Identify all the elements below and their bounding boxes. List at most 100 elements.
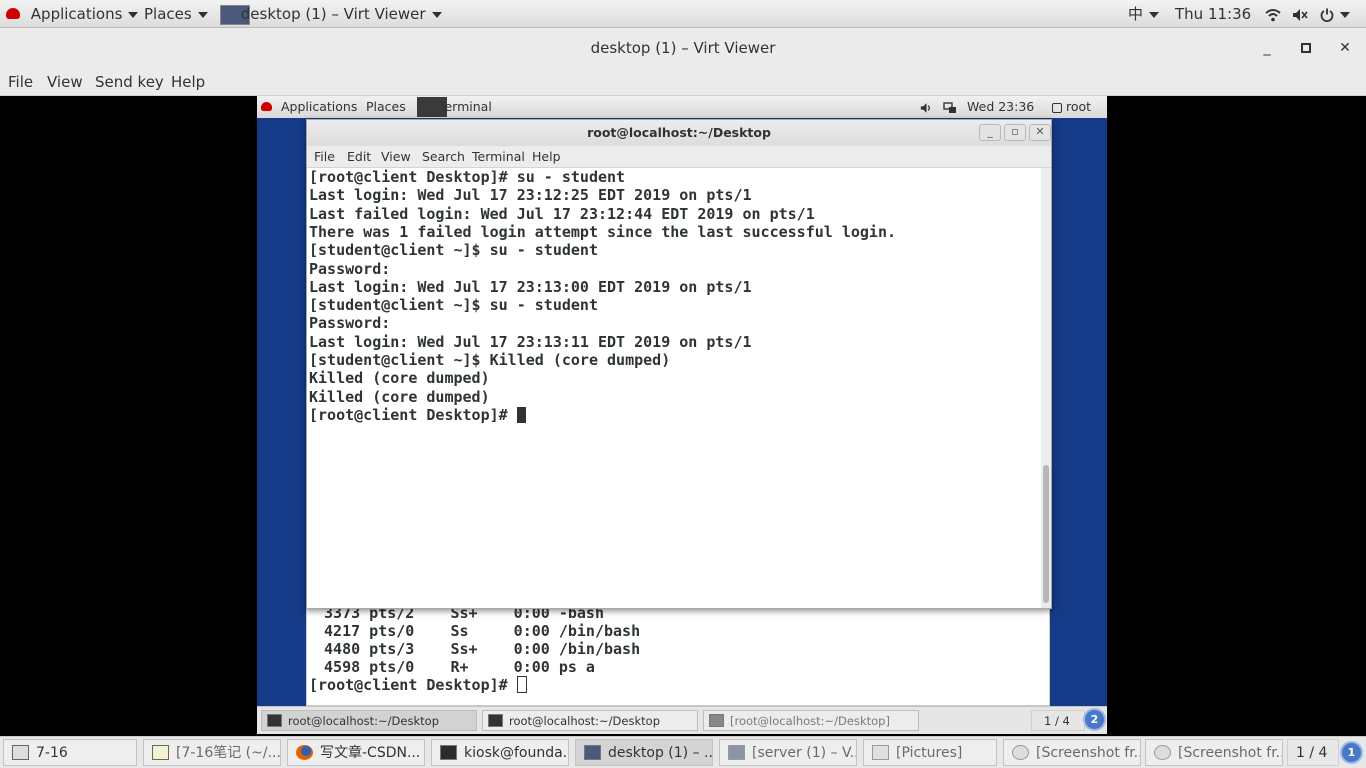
host-task-label: [server (1) – V... xyxy=(752,745,857,761)
host-task-terminal[interactable]: kiosk@founda... xyxy=(431,739,569,766)
terminal-minimize-button[interactable]: _ xyxy=(979,124,1001,141)
host-window-list: 7-16 [7-16笔记 (~/... 写文章-CSDN... kiosk@fo… xyxy=(0,736,1366,768)
volume-muted-icon[interactable] xyxy=(1292,0,1308,28)
host-places-menu[interactable]: Places xyxy=(144,0,208,28)
menu-help[interactable]: Help xyxy=(171,68,205,96)
terminal-scrollbar[interactable] xyxy=(1041,168,1051,608)
host-task-pictures[interactable]: [Pictures] xyxy=(863,739,997,766)
host-places-label: Places xyxy=(144,5,192,23)
power-icon xyxy=(1320,8,1334,22)
guest-window-list: root@localhost:~/Desktop root@localhost:… xyxy=(257,706,1107,734)
firefox-icon xyxy=(296,745,313,760)
guest-top-panel: Applications Places Terminal Wed 23:36 r… xyxy=(257,96,1107,118)
host-task-screenshot-2[interactable]: [Screenshot fr... xyxy=(1145,739,1283,766)
guest-task-terminal-1[interactable]: root@localhost:~/Desktop xyxy=(261,710,477,731)
guest-applications-menu[interactable]: Applications xyxy=(261,96,357,118)
terminal-line: 4480 pts/3 Ss+ 0:00 /bin/bash xyxy=(315,640,641,658)
chevron-down-icon xyxy=(1149,11,1160,18)
terminal-line: 4217 pts/0 Ss 0:00 /bin/bash xyxy=(315,622,641,640)
terminal-line: Last login: Wed Jul 17 23:12:25 EDT 2019… xyxy=(309,186,752,205)
host-task-label: 7-16 xyxy=(36,745,68,761)
terminal-titlebar[interactable]: root@localhost:~/Desktop _ ▫ ✕ xyxy=(307,120,1051,146)
guest-clock[interactable]: Wed 23:36 xyxy=(967,96,1034,118)
host-applications-menu[interactable]: Applications xyxy=(6,0,139,28)
virt-viewer-titlebar[interactable]: desktop (1) – Virt Viewer _ ✕ xyxy=(0,28,1366,68)
terminal-cursor xyxy=(516,676,527,693)
terminal-line: [student@client ~]$ Killed (core dumped) xyxy=(309,351,671,369)
terminal-line: Password: xyxy=(309,259,391,278)
chevron-down-icon xyxy=(1340,11,1350,18)
terminal-window[interactable]: root@localhost:~/Desktop _ ▫ ✕ File Edit… xyxy=(306,119,1052,609)
guest-user-label: root xyxy=(1066,99,1092,114)
folder-window-icon xyxy=(872,745,889,760)
terminal-menu-terminal[interactable]: Terminal xyxy=(472,146,525,168)
host-task-7-16[interactable]: 7-16 xyxy=(3,739,137,766)
host-task-label: kiosk@founda... xyxy=(464,745,569,761)
terminal-icon xyxy=(267,714,282,727)
chevron-down-icon xyxy=(431,11,442,18)
terminal-title: root@localhost:~/Desktop xyxy=(587,125,771,140)
guest-places-menu[interactable]: Places xyxy=(366,96,406,118)
user-icon xyxy=(1052,102,1062,113)
menu-view[interactable]: View xyxy=(47,68,83,96)
scrollbar-thumb[interactable] xyxy=(1043,465,1049,603)
guest-workspace-badge[interactable]: 2 xyxy=(1085,710,1104,729)
host-applications-label: Applications xyxy=(30,5,123,23)
guest-active-app-menu[interactable]: Terminal xyxy=(417,96,492,118)
guest-task-terminal-3[interactable]: [root@localhost:~/Desktop] xyxy=(703,710,919,731)
guest-applications-label: Applications xyxy=(280,99,358,114)
host-top-panel: Applications Places desktop (1) – Virt V… xyxy=(0,0,1366,28)
guest-volume-icon[interactable] xyxy=(920,96,933,118)
terminal-menu-edit[interactable]: Edit xyxy=(347,146,371,168)
host-workspace-pager[interactable]: 1 / 4 xyxy=(1287,739,1339,766)
minimize-button[interactable]: _ xyxy=(1257,38,1277,58)
host-clock[interactable]: Thu 11:36 xyxy=(1175,0,1251,28)
guest-task-terminal-2[interactable]: root@localhost:~/Desktop xyxy=(482,710,698,731)
terminal-line: [root@client Desktop]# su - student xyxy=(309,168,626,186)
text-editor-icon xyxy=(152,745,169,760)
terminal-menu-file[interactable]: File xyxy=(314,146,335,168)
terminal-prompt-line: [root@client Desktop]# xyxy=(309,406,526,424)
guest-task-label: [root@localhost:~/Desktop] xyxy=(730,714,890,728)
screenshot-icon xyxy=(1154,745,1171,760)
host-task-label: [Pictures] xyxy=(896,745,963,761)
terminal-prompt: [root@client Desktop]# xyxy=(309,405,517,424)
guest-user-menu[interactable]: root xyxy=(1052,96,1091,118)
menu-send-key[interactable]: Send key xyxy=(95,68,164,96)
host-task-virt-viewer-desktop[interactable]: desktop (1) – ... xyxy=(575,739,713,766)
terminal-icon xyxy=(440,745,457,760)
guest-display[interactable]: Applications Places Terminal Wed 23:36 r… xyxy=(257,96,1107,734)
host-task-firefox[interactable]: 写文章-CSDN... xyxy=(287,739,425,766)
redhat-logo-icon xyxy=(261,102,272,111)
terminal-menu-search[interactable]: Search xyxy=(422,146,465,168)
terminal-menu-view[interactable]: View xyxy=(381,146,411,168)
power-menu[interactable] xyxy=(1320,0,1350,28)
chevron-down-icon xyxy=(197,11,208,18)
wifi-icon[interactable] xyxy=(1265,0,1281,28)
guest-network-icon[interactable] xyxy=(943,96,957,118)
terminal-output[interactable]: [root@client Desktop]# su - student Last… xyxy=(307,168,1041,608)
input-method-label: 中 xyxy=(1128,5,1144,23)
guest-workspace-pager[interactable]: 1 / 4 xyxy=(1031,710,1085,731)
window-title: desktop (1) – Virt Viewer xyxy=(590,39,776,57)
host-workspace-badge[interactable]: 1 xyxy=(1342,743,1361,762)
host-active-window-menu[interactable]: desktop (1) – Virt Viewer xyxy=(220,0,442,28)
host-task-screenshot-1[interactable]: [Screenshot fr... xyxy=(1003,739,1141,766)
terminal-line: Killed (core dumped) xyxy=(309,369,490,388)
monitor-icon xyxy=(728,745,745,760)
menu-file[interactable]: File xyxy=(8,68,33,96)
terminal-prompt: [root@client Desktop]# xyxy=(309,676,517,694)
terminal-close-button[interactable]: ✕ xyxy=(1029,124,1051,141)
close-button[interactable]: ✕ xyxy=(1335,38,1355,58)
terminal-line: Password: xyxy=(309,314,391,333)
host-task-notes[interactable]: [7-16笔记 (~/... xyxy=(143,739,281,766)
input-method-indicator[interactable]: 中 xyxy=(1128,0,1160,28)
terminal-maximize-button[interactable]: ▫ xyxy=(1004,124,1026,141)
host-task-virt-viewer-server[interactable]: [server (1) – V... xyxy=(719,739,857,766)
terminal-line: Last login: Wed Jul 17 23:13:11 EDT 2019… xyxy=(309,332,752,351)
terminal-menu-help[interactable]: Help xyxy=(532,146,561,168)
chevron-down-icon xyxy=(128,11,139,18)
guest-task-label: root@localhost:~/Desktop xyxy=(288,714,439,728)
monitor-icon xyxy=(584,745,601,760)
maximize-button[interactable] xyxy=(1296,38,1316,58)
